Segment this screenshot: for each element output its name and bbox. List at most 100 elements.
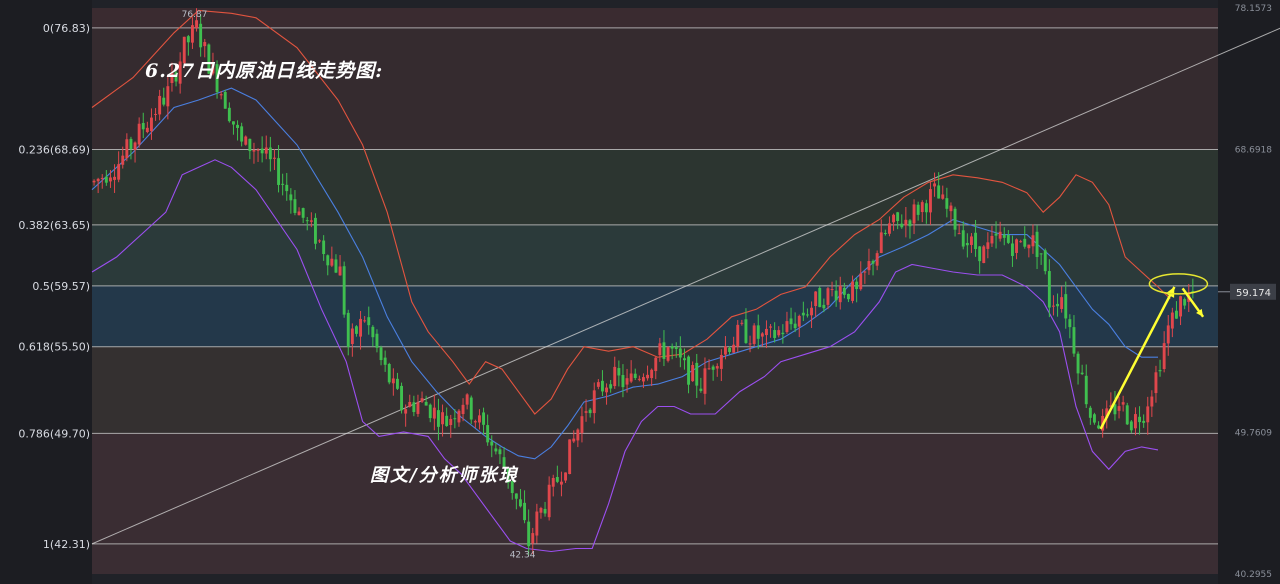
candle-body	[301, 208, 305, 218]
candle-body	[847, 293, 850, 300]
candle-body	[654, 357, 658, 372]
candle-body	[760, 333, 764, 337]
candle-body	[900, 223, 904, 228]
candle-body	[674, 347, 678, 350]
candle-body	[810, 307, 813, 316]
candle-body	[150, 117, 153, 132]
candle-body	[564, 472, 567, 481]
candle-body	[875, 253, 879, 266]
candle-body	[957, 233, 961, 235]
candle-body	[416, 402, 420, 414]
candle-body	[576, 429, 580, 441]
candle-body	[346, 312, 350, 347]
candle-body	[293, 199, 297, 213]
candle-body	[535, 511, 539, 536]
candle-body	[551, 477, 555, 487]
candle-body	[248, 138, 252, 152]
candle-body	[855, 281, 859, 290]
candle-body	[166, 86, 170, 107]
candle-body	[851, 281, 854, 301]
candle-body	[400, 385, 403, 411]
candle-body	[970, 236, 973, 245]
candle-body	[232, 121, 235, 125]
candle-body	[678, 348, 682, 358]
candle-body	[888, 223, 891, 234]
candle-body	[756, 325, 760, 339]
candle-body	[793, 323, 797, 329]
candle-body	[1076, 353, 1080, 374]
candle-body	[924, 203, 928, 213]
candle-body	[498, 449, 502, 455]
candle-body	[125, 139, 129, 159]
candle-body	[486, 425, 490, 443]
candle-body	[892, 214, 895, 223]
candle-body	[769, 326, 772, 328]
candle-body	[109, 177, 112, 182]
candle-body	[145, 127, 149, 133]
fib-level-label: 0.618(55.50)	[18, 341, 90, 354]
candle-body	[801, 312, 805, 316]
candle-body	[162, 97, 166, 105]
candle-body	[133, 142, 137, 151]
fib-zone	[92, 149, 1218, 225]
candle-body	[1031, 235, 1035, 247]
candle-body	[523, 502, 526, 521]
candle-body	[268, 147, 272, 160]
candle-body	[420, 398, 424, 402]
fib-level-label: 0.236(68.69)	[18, 144, 90, 157]
candle-body	[859, 273, 863, 290]
candle-body	[1011, 243, 1014, 256]
candle-body	[703, 368, 707, 394]
candle-body	[236, 124, 239, 128]
candle-body	[670, 346, 674, 349]
candle-body	[449, 418, 453, 426]
candle-body	[871, 260, 875, 264]
candle-body	[916, 204, 920, 215]
candle-body	[941, 194, 945, 199]
candle-body	[1179, 296, 1182, 317]
fib-zone-top	[92, 8, 1218, 28]
candle-body	[473, 421, 477, 423]
candle-body	[309, 220, 313, 222]
candle-body	[933, 183, 936, 187]
candle-body	[642, 377, 645, 382]
fib-zone-bottom	[92, 543, 1218, 574]
candle-body	[334, 259, 338, 273]
candle-body	[691, 365, 695, 382]
candle-body	[396, 378, 399, 389]
candle-body	[289, 194, 293, 201]
candle-body	[609, 384, 613, 389]
candle-body	[191, 25, 194, 43]
candle-body	[375, 333, 379, 348]
candle-body	[519, 499, 522, 507]
candle-body	[949, 205, 953, 212]
candle-body	[350, 328, 354, 345]
candle-body	[383, 357, 387, 365]
candle-body	[1146, 406, 1150, 423]
candle-body	[978, 246, 982, 262]
candle-body	[514, 493, 518, 499]
candle-body	[465, 394, 469, 405]
candle-body	[666, 347, 670, 361]
candle-body	[982, 246, 986, 264]
candle-body	[240, 126, 244, 142]
author-watermark: 图文/分析师张琅	[370, 465, 519, 486]
candle-body	[273, 157, 276, 159]
candle-body	[1052, 305, 1055, 307]
candle-body	[1150, 396, 1154, 407]
candle-body	[326, 255, 330, 266]
candle-body	[633, 373, 637, 379]
candle-body	[543, 508, 547, 514]
fib-level-label: 0.5(59.57)	[32, 280, 90, 293]
candle-body	[592, 390, 596, 414]
candle-body	[912, 204, 916, 224]
candle-body	[920, 202, 924, 213]
candle-body	[482, 412, 485, 425]
candle-body	[986, 242, 990, 249]
candle-body	[547, 484, 551, 518]
candle-body	[953, 208, 957, 230]
candle-body	[658, 343, 662, 356]
candle-body	[461, 404, 465, 415]
candle-body	[260, 148, 264, 154]
candle-body	[199, 23, 203, 48]
